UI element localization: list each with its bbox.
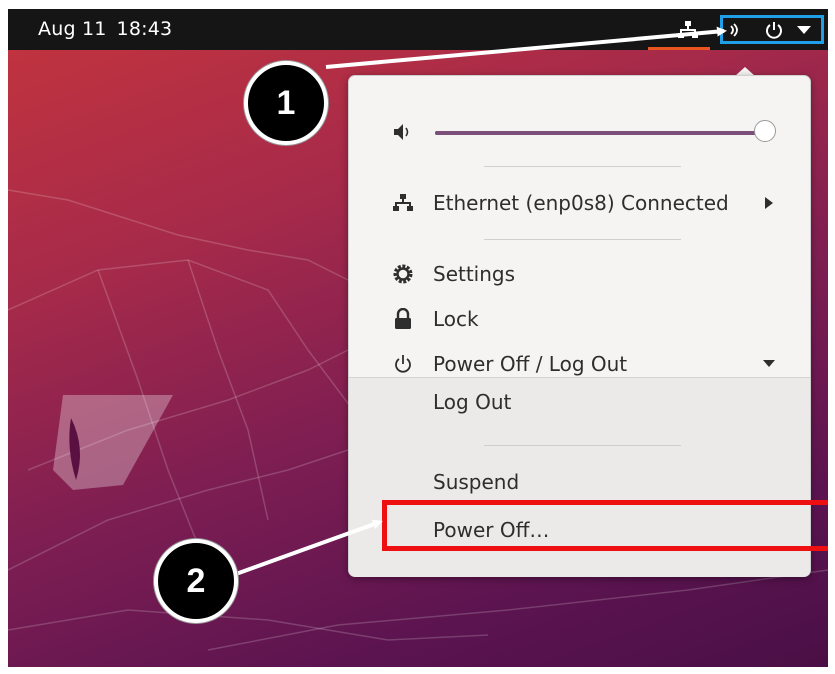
arrow-1	[325, 26, 727, 69]
annotation-arrows	[235, 26, 727, 576]
screenshot-frame: Aug 11 18:43 Ethernet (enp0s8) Connected…	[8, 9, 828, 667]
step-1-callout: 1	[244, 61, 328, 145]
arrow-2	[235, 519, 383, 576]
step-2-callout: 2	[154, 539, 238, 623]
